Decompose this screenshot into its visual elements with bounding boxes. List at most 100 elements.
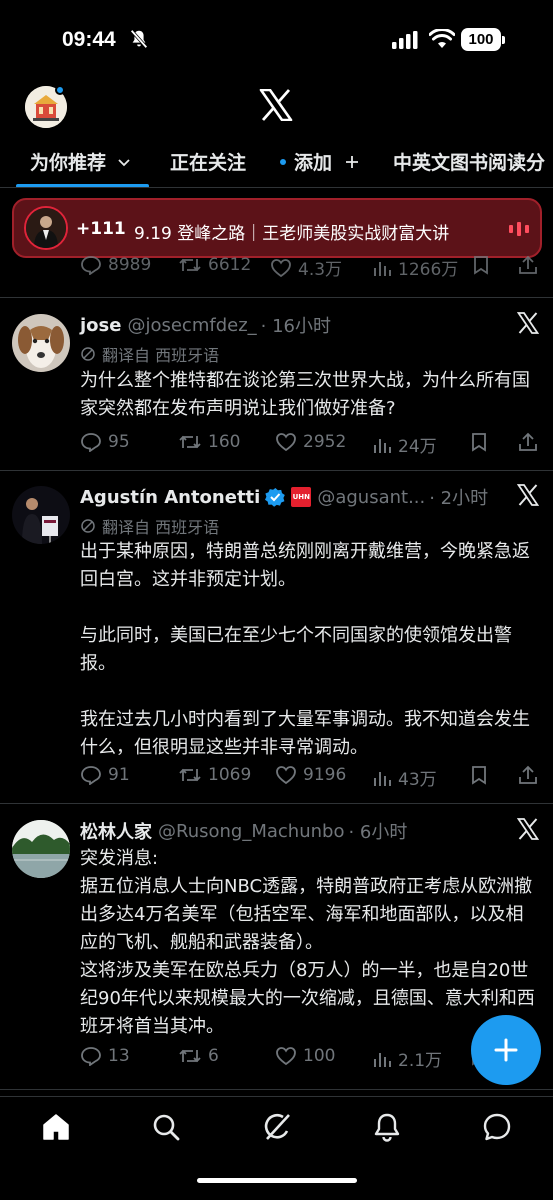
translate-icon xyxy=(81,519,95,533)
tweet-time: · 6小时 xyxy=(348,822,408,843)
bookmark-icon[interactable] xyxy=(470,765,488,785)
views-chart-icon xyxy=(374,1052,391,1067)
compose-button[interactable] xyxy=(471,1015,541,1085)
views-button[interactable]: 43万 xyxy=(372,765,437,790)
translated-label[interactable]: 翻译自 西班牙语 xyxy=(80,514,219,538)
x-logo-icon[interactable] xyxy=(259,89,293,121)
tweet-actions: 95 160 2952 24万 xyxy=(80,432,540,457)
like-count: 100 xyxy=(303,1046,336,1066)
author-avatar[interactable] xyxy=(12,314,70,372)
tweet-actions: 8989 6612 4.3万 1266万 xyxy=(80,255,540,282)
view-count: 43万 xyxy=(398,770,437,790)
translated-label[interactable]: 翻译自 西班牙语 xyxy=(80,342,219,366)
bookmark-icon[interactable] xyxy=(472,255,490,275)
author-name[interactable]: jose xyxy=(80,315,121,336)
battery-indicator: 100 xyxy=(461,28,501,51)
repost-count: 1069 xyxy=(208,765,252,785)
author-name[interactable]: Agustín Antonetti xyxy=(80,487,260,508)
bookmark-icon[interactable] xyxy=(470,432,488,452)
verified-badge-icon xyxy=(265,488,286,507)
like-button[interactable]: 100 xyxy=(275,1046,335,1066)
views-chart-icon xyxy=(374,438,391,453)
repost-icon xyxy=(179,1049,201,1063)
repost-count: 160 xyxy=(208,432,241,452)
plus-icon xyxy=(346,155,359,168)
grok-x-icon[interactable] xyxy=(517,818,539,840)
tweet-text: 为什么整个推特都在谈论第三次世界大战，为什么所有国家突然都在发布声明说让我们做好… xyxy=(80,370,530,419)
home-icon[interactable] xyxy=(40,1111,72,1143)
status-time: 09:44 xyxy=(62,28,116,51)
mute-bell-icon xyxy=(130,29,148,49)
like-count: 9196 xyxy=(303,765,347,785)
author-handle[interactable]: @Rusong_Machunbo xyxy=(158,821,344,842)
chevron-down-icon xyxy=(118,158,130,166)
share-icon[interactable] xyxy=(518,765,538,785)
repost-button[interactable]: 6 xyxy=(178,1046,219,1066)
live-title: 9.19 登峰之路｜王老师美股实战财富大讲 xyxy=(134,224,450,244)
reply-count: 13 xyxy=(108,1046,130,1066)
home-indicator xyxy=(197,1178,357,1183)
active-tab-indicator xyxy=(16,184,149,187)
search-icon[interactable] xyxy=(150,1111,182,1143)
reply-icon xyxy=(81,433,101,452)
repost-button[interactable]: 160 xyxy=(178,432,240,452)
live-space-banner[interactable]: +111 9.19 登峰之路｜王老师美股实战财富大讲 xyxy=(12,198,542,258)
grok-icon[interactable] xyxy=(261,1111,293,1143)
heart-icon xyxy=(276,766,296,785)
reply-button[interactable]: 8989 xyxy=(80,255,151,275)
views-chart-icon xyxy=(374,771,391,786)
tab-for-you[interactable]: 为你推荐 xyxy=(30,148,132,175)
author-name[interactable]: 松林人家 xyxy=(80,818,152,844)
views-chart-icon xyxy=(374,261,391,276)
tweet-card[interactable]: Agustín Antonetti UHN @agusant... · 2小时 … xyxy=(0,472,553,804)
views-button[interactable]: 24万 xyxy=(372,432,437,457)
share-icon[interactable] xyxy=(518,255,538,275)
reply-count: 8989 xyxy=(108,255,152,275)
author-avatar[interactable] xyxy=(12,486,70,544)
blue-dot xyxy=(280,158,286,165)
tab-list-books[interactable]: 中英文图书阅读分 xyxy=(393,148,545,175)
tweet-header: 松林人家 @Rusong_Machunbo · 6小时 xyxy=(80,818,407,844)
view-count: 1266万 xyxy=(398,260,459,280)
repost-icon xyxy=(179,435,201,449)
like-count: 4.3万 xyxy=(298,260,343,280)
cellular-signal-icon xyxy=(392,31,418,49)
reply-button[interactable]: 91 xyxy=(80,765,130,785)
views-button[interactable]: 2.1万 xyxy=(372,1046,442,1071)
translate-icon xyxy=(81,347,95,361)
repost-icon xyxy=(179,768,201,782)
tweet-text: 出于某种原因，特朗普总统刚刚离开戴维营，今晚紧急返回白宫。这并非预定计划。 与此… xyxy=(80,541,530,758)
top-header xyxy=(0,80,553,132)
like-button[interactable]: 2952 xyxy=(275,432,346,452)
like-button[interactable]: 9196 xyxy=(275,765,346,785)
tab-label: 为你推荐 xyxy=(30,152,107,174)
status-bar: 09:44 100 xyxy=(0,0,553,80)
heart-icon xyxy=(276,1047,296,1066)
messages-icon[interactable] xyxy=(481,1111,513,1143)
reply-button[interactable]: 95 xyxy=(80,432,130,452)
author-handle[interactable]: @josecmfdez_ xyxy=(127,315,256,336)
author-handle[interactable]: @agusant... xyxy=(317,487,425,508)
tab-label: 添加 xyxy=(294,152,333,174)
repost-button[interactable]: 6612 xyxy=(178,255,251,275)
grok-x-icon[interactable] xyxy=(517,312,539,334)
like-button[interactable]: 4.3万 xyxy=(270,255,342,280)
reply-button[interactable]: 13 xyxy=(80,1046,130,1066)
tweet-header: Agustín Antonetti UHN @agusant... · 2小时 xyxy=(80,484,488,510)
share-icon[interactable] xyxy=(518,432,538,452)
tab-following[interactable]: 正在关注 xyxy=(170,148,246,175)
notifications-icon[interactable] xyxy=(371,1111,403,1143)
grok-x-icon[interactable] xyxy=(517,484,539,506)
live-audio-bars-icon xyxy=(509,222,529,236)
repost-count: 6612 xyxy=(208,255,252,275)
affiliate-badge[interactable]: UHN xyxy=(291,487,312,507)
bottom-navigation xyxy=(0,1096,553,1200)
tab-label: 正在关注 xyxy=(170,152,247,174)
view-count: 2.1万 xyxy=(398,1051,443,1071)
tweet-card[interactable]: jose @josecmfdez_ · 16小时 翻译自 西班牙语 为什么整个推… xyxy=(0,299,553,471)
author-avatar[interactable] xyxy=(12,820,70,878)
views-button[interactable]: 1266万 xyxy=(372,255,458,280)
tweet-text: 突发消息: 据五位消息人士向NBC透露，特朗普政府正考虑从欧洲撤出多达4万名美军… xyxy=(80,848,535,1037)
repost-button[interactable]: 1069 xyxy=(178,765,251,785)
tab-add[interactable]: 添加 xyxy=(280,148,360,175)
